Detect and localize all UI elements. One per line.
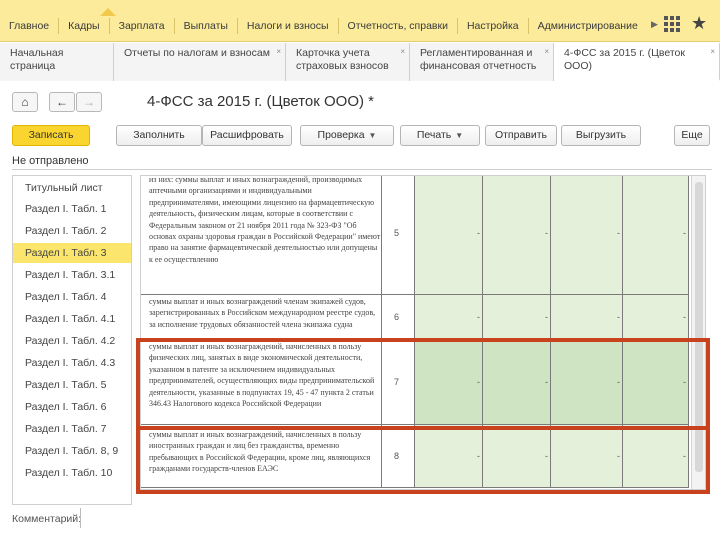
- tab-tax-reports[interactable]: Отчеты по налогам и взносам ×: [114, 43, 286, 81]
- highlight-divider: [136, 426, 710, 430]
- value-cell[interactable]: -: [622, 295, 689, 338]
- divider: [12, 169, 712, 170]
- tab-label: Карточка учета страховых взносов: [296, 47, 389, 72]
- tab-label: 4-ФСС за 2015 г. (Цветок ООО): [564, 47, 685, 72]
- menu-item-hr[interactable]: Кадры: [59, 18, 110, 34]
- value-cell[interactable]: -: [550, 176, 622, 294]
- tab-insurance-card[interactable]: Карточка учета страховых взносов ×: [286, 43, 410, 81]
- check-dropdown-button[interactable]: Проверка ▼: [300, 125, 394, 146]
- tab-home[interactable]: Начальная страница: [0, 43, 114, 81]
- main-menu-bar: Главное Кадры Зарплата Выплаты Налоги и …: [0, 0, 720, 42]
- sidebar-item-table-1[interactable]: Раздел I. Табл. 1: [13, 199, 131, 219]
- sidebar-item-table-3-1[interactable]: Раздел I. Табл. 3.1: [13, 265, 131, 285]
- print-dropdown-button[interactable]: Печать ▼: [400, 125, 480, 146]
- menu-scroll-right-icon[interactable]: ▶: [651, 19, 658, 30]
- open-windows-tabs: Начальная страница Отчеты по налогам и в…: [0, 43, 720, 81]
- back-button[interactable]: ←: [49, 92, 75, 112]
- cell-value: -: [683, 228, 686, 238]
- main-menu: Главное Кадры Зарплата Выплаты Налоги и …: [0, 18, 647, 38]
- sidebar-item-table-5[interactable]: Раздел I. Табл. 5: [13, 375, 131, 395]
- tab-4fss-report[interactable]: 4-ФСС за 2015 г. (Цветок ООО) ×: [554, 43, 720, 81]
- tab-regulated-reporting[interactable]: Регламентированная и финансовая отчетнос…: [410, 43, 554, 81]
- row-code-cell: 5: [381, 176, 414, 294]
- menu-pointer-icon: [100, 8, 116, 16]
- sidebar-item-table-4[interactable]: Раздел I. Табл. 4: [13, 287, 131, 307]
- value-cell[interactable]: -: [622, 176, 689, 294]
- send-status: Не отправлено: [12, 155, 89, 167]
- menu-item-settings[interactable]: Настройка: [458, 18, 529, 34]
- tab-close-icon[interactable]: ×: [544, 45, 549, 58]
- form-toolbar: Записать Заполнить Расшифровать Проверка…: [12, 125, 712, 147]
- cell-value: -: [683, 312, 686, 322]
- sidebar-item-table-10[interactable]: Раздел I. Табл. 10: [13, 463, 131, 483]
- menu-item-salary[interactable]: Зарплата: [110, 18, 175, 34]
- arrow-right-icon: →: [83, 95, 95, 109]
- page-title: 4-ФСС за 2015 г. (Цветок ООО) *: [147, 93, 374, 110]
- sidebar-item-table-4-2[interactable]: Раздел I. Табл. 4.2: [13, 331, 131, 351]
- sidebar-item-table-6[interactable]: Раздел I. Табл. 6: [13, 397, 131, 417]
- cell-value: -: [545, 228, 548, 238]
- sidebar-item-table-3[interactable]: Раздел I. Табл. 3: [13, 243, 131, 263]
- arrow-left-icon: ←: [56, 95, 68, 109]
- forward-button[interactable]: →: [76, 92, 102, 112]
- value-cell[interactable]: -: [414, 295, 482, 338]
- upload-button[interactable]: Выгрузить: [561, 125, 641, 146]
- cell-value: -: [545, 312, 548, 322]
- sidebar-item-table-8-9[interactable]: Раздел I. Табл. 8, 9: [13, 441, 131, 461]
- cell-value: -: [477, 312, 480, 322]
- decode-button[interactable]: Расшифровать: [202, 125, 292, 146]
- table-row: из них: суммы выплат и иных вознагражден…: [141, 175, 689, 295]
- menu-item-reports[interactable]: Отчетность, справки: [339, 18, 458, 34]
- home-button[interactable]: ⌂: [12, 92, 38, 112]
- value-cell[interactable]: -: [482, 295, 550, 338]
- sidebar-item-table-4-1[interactable]: Раздел I. Табл. 4.1: [13, 309, 131, 329]
- table-row: суммы выплат и иных вознаграждений члена…: [141, 295, 689, 339]
- menu-item-main[interactable]: Главное: [0, 18, 60, 34]
- home-icon: ⌂: [21, 95, 29, 109]
- cell-value: -: [617, 228, 620, 238]
- sidebar-item-table-2[interactable]: Раздел I. Табл. 2: [13, 221, 131, 241]
- sidebar-item-title-page[interactable]: Титульный лист: [13, 178, 131, 198]
- sidebar-item-table-4-3[interactable]: Раздел I. Табл. 4.3: [13, 353, 131, 373]
- save-button[interactable]: Записать: [12, 125, 90, 146]
- menu-item-admin[interactable]: Администрирование: [529, 18, 647, 34]
- check-label: Проверка: [317, 129, 365, 141]
- comment-label: Комментарий:: [12, 513, 82, 525]
- favorites-star-icon[interactable]: ★: [691, 13, 707, 34]
- more-button[interactable]: Еще: [674, 125, 710, 146]
- value-cell[interactable]: -: [414, 176, 482, 294]
- menu-item-taxes[interactable]: Налоги и взносы: [238, 18, 339, 34]
- all-functions-grid-icon[interactable]: [664, 16, 680, 32]
- row-description: суммы выплат и иных вознаграждений члена…: [149, 297, 376, 329]
- row-code: 6: [394, 312, 400, 322]
- chevron-down-icon: ▼: [455, 131, 464, 140]
- tab-close-icon[interactable]: ×: [710, 45, 715, 58]
- value-cell[interactable]: -: [482, 176, 550, 294]
- row-description: из них: суммы выплат и иных вознагражден…: [149, 175, 381, 264]
- value-cell[interactable]: -: [550, 295, 622, 338]
- cell-value: -: [617, 312, 620, 322]
- report-sections-list: Титульный лист Раздел I. Табл. 1 Раздел …: [12, 175, 132, 505]
- comment-input[interactable]: [80, 508, 710, 528]
- tab-label: Отчеты по налогам и взносам: [124, 47, 270, 59]
- tab-close-icon[interactable]: ×: [400, 45, 405, 58]
- print-label: Печать: [416, 129, 452, 141]
- row-code-cell: 6: [381, 295, 414, 338]
- row-code: 5: [394, 228, 400, 238]
- chevron-down-icon: ▼: [368, 131, 377, 140]
- tab-label: Начальная страница: [10, 47, 64, 72]
- highlight-frame: [136, 338, 710, 494]
- send-button[interactable]: Отправить: [485, 125, 557, 146]
- menu-item-payments[interactable]: Выплаты: [175, 18, 238, 34]
- tab-label: Регламентированная и финансовая отчетнос…: [420, 47, 537, 72]
- cell-value: -: [477, 228, 480, 238]
- tab-close-icon[interactable]: ×: [276, 45, 281, 58]
- sidebar-item-table-7[interactable]: Раздел I. Табл. 7: [13, 419, 131, 439]
- fill-button[interactable]: Заполнить: [116, 125, 202, 146]
